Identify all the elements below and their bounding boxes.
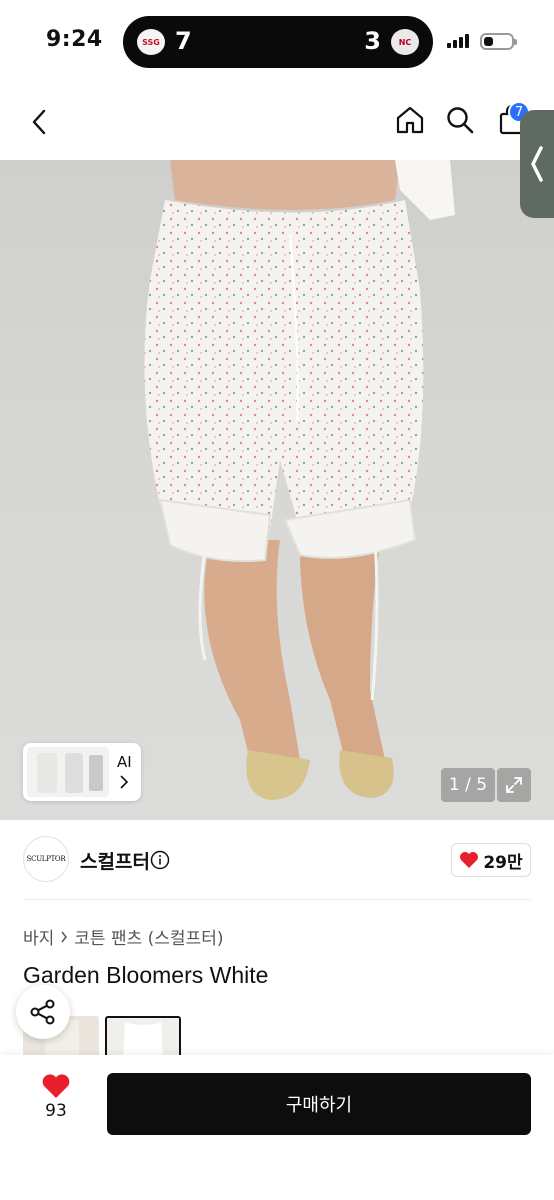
heart-icon xyxy=(460,852,479,868)
cellular-signal-icon xyxy=(447,34,469,48)
ai-similar-items-button[interactable]: AI xyxy=(23,743,141,801)
expand-button[interactable] xyxy=(497,768,531,802)
brand-like-button[interactable]: 29만 xyxy=(451,843,531,877)
brand-like-count: 29만 xyxy=(483,852,523,873)
away-score: 3 xyxy=(364,27,381,55)
product-image-gallery[interactable]: AI 1 / 5 xyxy=(0,160,554,820)
breadcrumb-subcategory[interactable]: 코튼 팬츠 (스컬프터) xyxy=(74,924,223,949)
brand-name[interactable]: 스컬프터 xyxy=(80,847,150,874)
purchase-bar: 93 구매하기 xyxy=(0,1055,554,1200)
share-button[interactable] xyxy=(16,985,70,1039)
chevron-left-icon xyxy=(32,109,46,135)
heart-icon xyxy=(42,1074,70,1098)
search-icon xyxy=(447,107,474,134)
back-button[interactable] xyxy=(20,102,60,142)
home-team-logo: SSG xyxy=(137,29,165,55)
share-icon xyxy=(30,999,55,1025)
home-score: 7 xyxy=(175,27,192,55)
product-title: Garden Bloomers White xyxy=(23,962,269,988)
away-team-logo: NC xyxy=(391,29,419,55)
breadcrumb: 바지 코튼 팬츠 (스컬프터) xyxy=(23,924,223,949)
brand-row: SCULPTOR 스컬프터 29만 xyxy=(0,820,554,900)
buy-button[interactable]: 구매하기 xyxy=(107,1073,531,1135)
product-photo xyxy=(144,160,455,800)
breadcrumb-category[interactable]: 바지 xyxy=(23,924,54,949)
clock: 9:24 xyxy=(46,27,103,52)
side-panel-handle[interactable] xyxy=(520,110,554,218)
top-navigation xyxy=(0,84,554,160)
home-icon xyxy=(396,106,424,134)
wishlist-button[interactable]: 93 xyxy=(30,1073,82,1137)
battery-level xyxy=(484,37,493,46)
status-bar: 9:24 SSG 7 3 NC xyxy=(0,0,554,84)
wishlist-count: 93 xyxy=(45,1101,67,1121)
home-button[interactable] xyxy=(390,100,430,140)
divider xyxy=(23,899,531,900)
ai-label: AI xyxy=(117,753,132,771)
chevron-left-icon xyxy=(531,146,543,182)
chevron-right-icon xyxy=(61,931,68,942)
ai-thumbnail xyxy=(27,747,109,797)
search-button[interactable] xyxy=(440,100,480,140)
page-indicator: 1 / 5 xyxy=(441,768,495,802)
expand-icon xyxy=(506,777,522,793)
brand-logo[interactable]: SCULPTOR xyxy=(23,836,69,882)
info-icon[interactable] xyxy=(150,850,170,870)
battery-icon xyxy=(480,33,517,50)
live-activity-scoreboard[interactable]: SSG 7 3 NC xyxy=(123,16,433,68)
chevron-right-icon xyxy=(120,775,129,789)
